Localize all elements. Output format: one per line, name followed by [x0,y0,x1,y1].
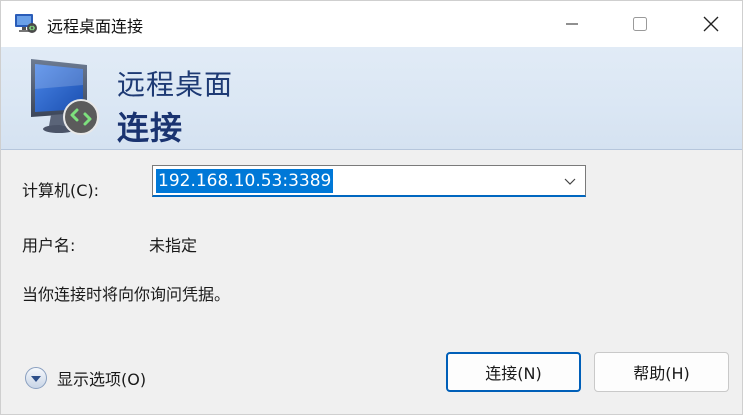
username-value: 未指定 [149,236,198,255]
minimize-icon [566,23,578,25]
remote-desktop-window: 远程桌面连接 远程桌面 连接 计算机(C): 192.168.10.53:338… [0,0,743,415]
remote-desktop-icon [15,14,37,33]
expand-circle-icon[interactable] [24,366,48,390]
banner-title-line2: 连接 [117,109,184,147]
username-label: 用户名: [22,236,76,255]
maximize-icon [633,17,647,31]
credentials-info-text: 当你连接时将向你询问凭据。 [22,285,231,304]
title-bar[interactable]: 远程桌面连接 [1,1,742,47]
close-icon [703,16,719,32]
close-button[interactable] [683,1,739,47]
banner-title-line1: 远程桌面 [117,68,234,101]
show-options-label[interactable]: 显示选项(O) [57,366,146,390]
computer-label: 计算机(C): [22,181,100,200]
window-title: 远程桌面连接 [47,17,144,36]
header-banner: 远程桌面 连接 [1,47,742,150]
connect-button[interactable]: 连接(N) [446,352,581,392]
help-button[interactable]: 帮助(H) [594,352,729,392]
show-options-toggle[interactable]: 显示选项(O) [24,367,146,389]
minimize-button[interactable] [544,1,600,47]
monitor-connection-icon [31,59,99,135]
chevron-down-icon[interactable] [563,174,577,188]
computer-input-value[interactable]: 192.168.10.53:3389 [156,169,334,193]
maximize-button[interactable] [612,1,668,47]
computer-combobox[interactable]: 192.168.10.53:3389 [152,165,586,197]
